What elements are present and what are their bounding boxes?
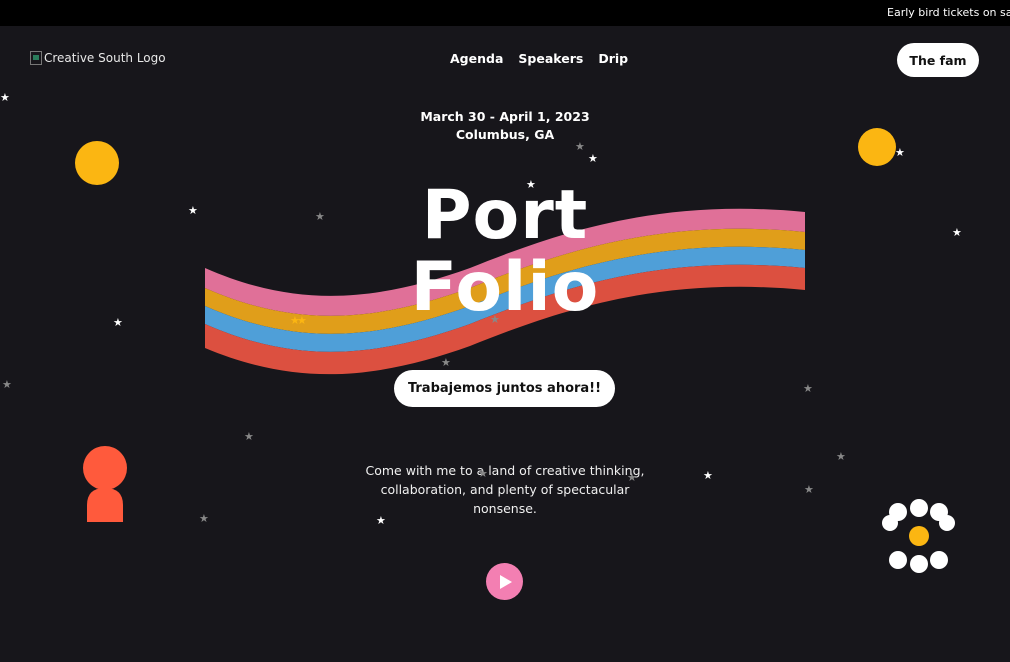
- work-together-button[interactable]: Trabajemos juntos ahora!!: [394, 370, 615, 407]
- hero-title: Port Folio: [360, 180, 650, 324]
- hero-title-line1: Port: [421, 176, 589, 255]
- hero-tagline: Come with me to a land of creative think…: [365, 463, 645, 516]
- hero-title-line2: Folio: [410, 248, 600, 327]
- play-icon: [500, 574, 512, 589]
- play-button[interactable]: [486, 563, 523, 600]
